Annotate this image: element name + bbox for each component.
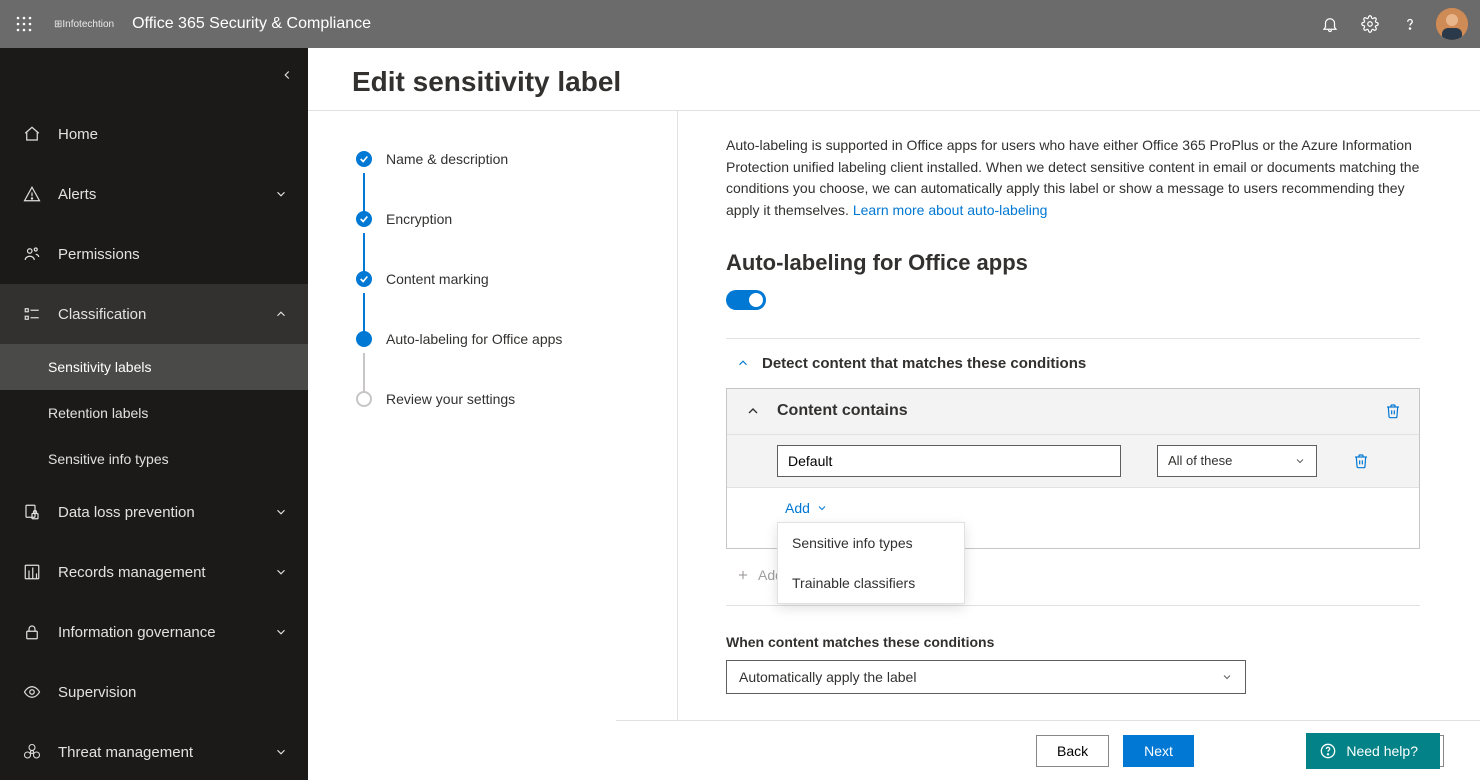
match-mode-select[interactable]: All of these [1157,445,1317,477]
dlp-icon [20,503,44,521]
help-icon[interactable] [1390,4,1430,44]
sidebar-item-info-gov[interactable]: Information governance [0,602,308,662]
learn-more-link[interactable]: Learn more about auto-labeling [853,202,1048,218]
step-label: Encryption [386,211,452,227]
chevron-down-icon [816,502,828,514]
step-label: Content marking [386,271,489,287]
add-menu-item-sensitive-info[interactable]: Sensitive info types [778,523,964,563]
chevron-down-icon [274,565,288,579]
match-mode-value: All of these [1168,453,1232,468]
step-encryption[interactable]: Encryption [356,211,677,227]
chevron-down-icon [274,505,288,519]
app-launcher-icon[interactable] [8,8,40,40]
app-title: Office 365 Security & Compliance [132,15,371,33]
intro-text: Auto-labeling is supported in Office app… [726,135,1420,222]
permissions-icon [20,245,44,263]
content-panel: Auto-labeling is supported in Office app… [678,111,1480,780]
help-circle-icon [1320,743,1336,759]
plus-icon [736,568,750,582]
condition-group: Content contains All of these Add [726,388,1420,549]
biohazard-icon [20,743,44,761]
chevron-up-icon [745,403,761,419]
main: Edit sensitivity label Name & descriptio… [308,48,1480,780]
gear-icon[interactable] [1350,4,1390,44]
delete-row-icon[interactable] [1353,453,1369,469]
delete-condition-icon[interactable] [1385,403,1401,419]
condition-row: All of these [727,435,1419,488]
sidebar-item-label: Home [58,126,98,143]
step-label: Review your settings [386,391,515,407]
condition-name-input[interactable] [777,445,1121,477]
sidebar-subitem-retention-labels[interactable]: Retention labels [0,390,308,436]
page-title: Edit sensitivity label [352,66,1436,98]
sidebar-subitem-label: Sensitivity labels [48,359,152,375]
step-review[interactable]: Review your settings [356,391,677,407]
alert-icon [20,185,44,203]
chevron-up-icon [274,307,288,321]
step-label: Name & description [386,151,508,167]
sidebar-subitem-label: Sensitive info types [48,451,169,467]
eye-icon [20,683,44,701]
collapse-nav-icon[interactable] [280,68,294,82]
step-auto-labeling[interactable]: Auto-labeling for Office apps [356,331,677,347]
sidebar-item-label: Alerts [58,186,96,203]
sidebar-item-supervision[interactable]: Supervision [0,662,308,722]
wizard-footer: Back Next Cancel Need help? [616,720,1480,780]
sidebar: Home Alerts Permissions Classification S… [0,48,308,780]
sidebar-item-label: Records management [58,564,206,581]
next-button[interactable]: Next [1123,735,1194,767]
section-title: Auto-labeling for Office apps [726,250,1420,276]
sidebar-item-records[interactable]: Records management [0,542,308,602]
auto-labeling-toggle[interactable] [726,290,766,310]
chevron-up-icon [736,356,750,370]
wizard-steps: Name & description Encryption Content ma… [308,111,678,780]
condition-title: Content contains [777,402,908,420]
add-label: Add [785,500,810,516]
notifications-icon[interactable] [1310,4,1350,44]
add-menu: Sensitive info types Trainable classifie… [777,522,965,604]
lock-icon [20,623,44,641]
chevron-down-icon [1294,455,1306,467]
action-value: Automatically apply the label [739,669,916,685]
condition-header[interactable]: Content contains [727,389,1419,435]
need-help-button[interactable]: Need help? [1306,733,1440,769]
avatar[interactable] [1436,8,1468,40]
step-label: Auto-labeling for Office apps [386,331,562,347]
sidebar-item-label: Threat management [58,744,193,761]
chevron-down-icon [274,187,288,201]
help-label: Need help? [1346,743,1418,759]
back-button[interactable]: Back [1036,735,1109,767]
chevron-down-icon [274,625,288,639]
add-menu-item-trainable[interactable]: Trainable classifiers [778,563,964,603]
detect-header-label: Detect content that matches these condit… [762,355,1086,372]
add-dropdown-button[interactable]: Add [785,500,1361,516]
step-name-description[interactable]: Name & description [356,151,677,167]
sidebar-item-label: Classification [58,306,146,323]
tenant-name: ⊞Infotechtion [54,19,114,30]
sidebar-item-label: Permissions [58,246,140,263]
action-select[interactable]: Automatically apply the label [726,660,1246,694]
sidebar-item-label: Information governance [58,624,216,641]
sidebar-item-label: Data loss prevention [58,504,195,521]
sidebar-subitem-sensitive-info-types[interactable]: Sensitive info types [0,436,308,482]
sidebar-item-home[interactable]: Home [0,104,308,164]
sidebar-item-label: Supervision [58,684,136,701]
sidebar-subitem-sensitivity-labels[interactable]: Sensitivity labels [0,344,308,390]
sidebar-item-permissions[interactable]: Permissions [0,224,308,284]
sidebar-item-threat[interactable]: Threat management [0,722,308,780]
classification-icon [20,305,44,323]
home-icon [20,125,44,143]
when-matches-label: When content matches these conditions [726,634,1420,650]
condition-add-area: Add Sensitive info types Trainable class… [727,488,1419,548]
sidebar-item-dlp[interactable]: Data loss prevention [0,482,308,542]
sidebar-item-classification[interactable]: Classification [0,284,308,344]
detect-conditions-header[interactable]: Detect content that matches these condit… [736,355,1420,372]
chevron-down-icon [274,745,288,759]
sidebar-item-alerts[interactable]: Alerts [0,164,308,224]
chevron-down-icon [1221,671,1233,683]
app-header: ⊞Infotechtion Office 365 Security & Comp… [0,0,1480,48]
step-content-marking[interactable]: Content marking [356,271,677,287]
sidebar-subitem-label: Retention labels [48,405,148,421]
records-icon [20,563,44,581]
